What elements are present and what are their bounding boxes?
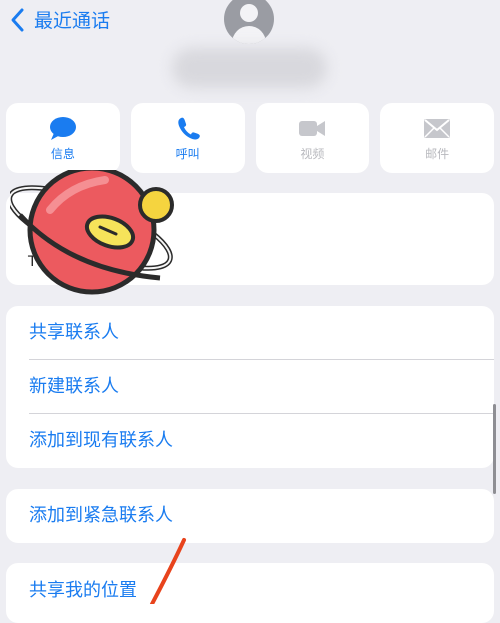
contact-name-blurred <box>172 48 327 88</box>
quick-actions: 信息 呼叫 视频 邮件 <box>6 103 494 173</box>
location-card: 共享我的位置 <box>6 563 494 623</box>
mail-button[interactable]: 邮件 <box>380 103 494 173</box>
message-icon <box>49 116 76 140</box>
message-label: 信息 <box>50 146 75 161</box>
mail-label: 邮件 <box>425 146 450 161</box>
new-contact-item[interactable]: 新建联系人 <box>6 360 494 414</box>
video-label: 视频 <box>300 146 325 161</box>
phone-icon <box>177 117 200 139</box>
video-icon <box>299 120 326 136</box>
emergency-card: 添加到紧急联系人 <box>6 489 494 543</box>
message-button[interactable]: 信息 <box>6 103 120 173</box>
back-label: 最近通话 <box>34 10 111 32</box>
share-my-location-item[interactable]: 共享我的位置 <box>6 563 494 623</box>
planet-sticker-overlay <box>10 170 174 295</box>
mail-icon <box>424 118 451 138</box>
call-button[interactable]: 呼叫 <box>130 103 245 173</box>
video-button[interactable]: 视频 <box>255 103 370 173</box>
add-to-existing-contact-item[interactable]: 添加到现有联系人 <box>6 414 494 468</box>
call-label: 呼叫 <box>175 146 200 161</box>
contact-actions-card: 共享联系人 新建联系人 添加到现有联系人 <box>6 306 494 468</box>
navigation-bar: 最近通话 <box>0 0 500 50</box>
add-emergency-contact-item[interactable]: 添加到紧急联系人 <box>6 489 494 543</box>
scrollbar[interactable] <box>493 404 496 494</box>
share-contact-item[interactable]: 共享联系人 <box>6 306 494 360</box>
chevron-left-icon <box>11 8 24 31</box>
back-button[interactable]: 最近通话 <box>8 6 110 33</box>
contact-avatar <box>224 0 274 44</box>
